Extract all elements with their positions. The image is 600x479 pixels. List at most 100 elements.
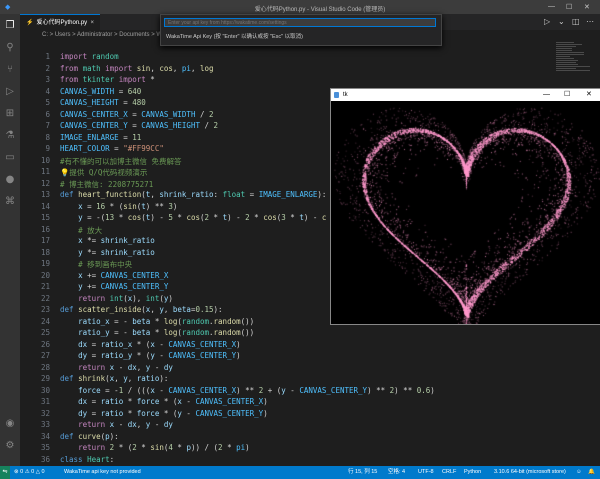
split-editor-icon[interactable]: ◫ [572, 17, 580, 26]
code-line: dy = ratio * force * (y - CANVAS_CENTER_… [78, 408, 268, 418]
close-window-icon[interactable]: ✕ [584, 3, 590, 11]
line-number: 23 [40, 305, 50, 314]
feedback-icon[interactable]: ☺ [576, 466, 582, 479]
line-number: 24 [40, 316, 50, 326]
remote-indicator-icon[interactable]: ⇋ [0, 466, 10, 479]
line-number: 36 [40, 454, 50, 464]
api-key-hint: WakaTime Api Key (按 "Enter" 以确认或按 "Esc" … [166, 34, 303, 40]
wakatime-status[interactable]: WakaTime api key not provided [64, 466, 141, 479]
code-line: # 博主微信: 2208775271 [60, 179, 154, 189]
remote-explorer-icon[interactable]: ▭ [4, 152, 16, 164]
code-line: dx = ratio * force * (x - CANVAS_CENTER_… [78, 397, 268, 406]
code-line: return int(x), int(y) [78, 293, 173, 303]
line-number: 31 [40, 397, 50, 406]
code-line: CANVAS_CENTER_X = CANVAS_WIDTH / 2 [60, 109, 214, 119]
window-title: 爱心代码Python.py - Visual Studio Code (管理员) [254, 7, 386, 13]
python-icon[interactable]: ⌘ [4, 196, 16, 208]
code-line: import random [60, 52, 119, 61]
line-number: 16 [40, 224, 50, 234]
code-line: # 移到画布中央 [78, 260, 133, 269]
code-line: CANVAS_WIDTH = 640 [60, 86, 142, 96]
status-bar: ⇋ ⊗ 0 ⚠ 0 △ 0 WakaTime api key not provi… [0, 466, 600, 479]
code-line: return x - dx, y - dy [78, 362, 173, 372]
maximize-window-icon[interactable]: ☐ [566, 3, 572, 11]
code-line: class Heart: [60, 454, 115, 464]
notifications-bell-icon[interactable]: 🔔 [588, 466, 595, 479]
tab-label: 爱心代码Python.py [36, 20, 88, 26]
chevron-down-icon[interactable]: ⌄ [558, 17, 565, 26]
code-line: CANVAS_CENTER_Y = CANVAS_HEIGHT / 2 [60, 121, 219, 130]
encoding[interactable]: UTF-8 [418, 466, 434, 479]
code-line: dx = ratio_x * (x - CANVAS_CENTER_X) [78, 339, 241, 349]
code-line: def heart_function(t, shrink_ratio: floa… [60, 190, 327, 199]
code-line: from math import sin, cos, pi, log [60, 63, 214, 73]
line-number: 21 [40, 282, 50, 291]
tk-title-bar[interactable]: tk — ☐ ✕ [331, 89, 600, 101]
source-control-icon[interactable]: ⑂ [4, 64, 16, 76]
close-tab-icon[interactable]: × [90, 15, 94, 31]
line-number: 27 [40, 351, 50, 360]
line-number: 6 [45, 109, 50, 119]
line-number: 1 [45, 52, 50, 61]
api-key-input[interactable] [164, 18, 436, 27]
line-number: 22 [40, 293, 50, 303]
line-number: 9 [45, 144, 50, 153]
tk-maximize-icon[interactable]: ☐ [564, 89, 570, 101]
tab-file[interactable]: ⚡ 爱心代码Python.py × [20, 14, 100, 30]
code-line: def shrink(x, y, ratio): [60, 374, 169, 383]
code-line: x *= shrink_ratio [78, 236, 155, 245]
language-mode[interactable]: Python [464, 466, 481, 479]
more-actions-icon[interactable]: ⋯ [586, 17, 594, 26]
heart-canvas [331, 101, 600, 324]
line-number: 5 [45, 98, 50, 107]
line-number: 4 [45, 86, 50, 96]
code-line: def scatter_inside(x, y, beta=0.15): [60, 305, 223, 314]
run-python-icon[interactable]: ▷ [544, 17, 550, 26]
github-icon[interactable]: ● [4, 174, 16, 186]
line-number: 15 [40, 213, 50, 222]
extensions-icon[interactable]: ⊞ [4, 108, 16, 120]
code-line: HEART_COLOR = "#FF99CC" [60, 144, 164, 153]
explorer-icon[interactable]: ❐ [4, 20, 16, 32]
problems-indicator[interactable]: ⊗ 0 ⚠ 0 △ 0 [14, 466, 45, 479]
tk-window-title: tk [343, 92, 348, 98]
vscode-logo-icon: ◆ [5, 4, 11, 11]
account-icon[interactable]: ◉ [4, 418, 16, 430]
code-line: #有不懂的可以加博主微信 免费解答 [60, 156, 182, 166]
cursor-position[interactable]: 行 15, 列 15 [348, 466, 377, 479]
line-number: 3 [45, 75, 50, 84]
line-number: 32 [40, 408, 50, 418]
tk-minimize-icon[interactable]: — [543, 89, 550, 101]
code-line: IMAGE_ENLARGE = 11 [60, 132, 142, 142]
run-debug-icon[interactable]: ▷ [4, 86, 16, 98]
testing-icon[interactable]: ⚗ [4, 130, 16, 142]
python-interpreter[interactable]: 3.10.6 64-bit (microsoft store) [494, 466, 566, 479]
code-line: y *= shrink_ratio [78, 247, 155, 257]
minimize-window-icon[interactable]: — [548, 3, 555, 10]
code-line: ratio_x = - beta * log(random.random()) [78, 316, 255, 326]
line-number: 14 [40, 201, 50, 211]
line-number: 30 [40, 385, 50, 395]
line-number: 12 [40, 178, 50, 188]
tk-close-icon[interactable]: ✕ [586, 89, 592, 101]
indentation[interactable]: 空格: 4 [388, 466, 405, 479]
code-line: x = 16 * (sin(t) ** 3) [78, 201, 178, 211]
line-number: 17 [40, 236, 50, 245]
search-icon[interactable]: ⚲ [4, 42, 16, 54]
code-line: y = -(13 * cos(t) - 5 * cos(2 * t) - 2 *… [78, 213, 327, 222]
settings-gear-icon[interactable]: ⚙ [4, 440, 16, 452]
line-number: 35 [40, 443, 50, 452]
line-number: 10 [40, 155, 50, 165]
line-number: 2 [45, 63, 50, 73]
line-number: 25 [40, 328, 50, 337]
line-number: 8 [45, 132, 50, 142]
code-line: from tkinter import * [60, 75, 155, 84]
tk-window[interactable]: tk — ☐ ✕ [330, 88, 600, 325]
code-line: ratio_y = - beta * log(random.random()) [78, 328, 255, 337]
title-bar: ◆ 爱心代码Python.py - Visual Studio Code (管理… [0, 0, 600, 14]
line-ending[interactable]: CRLF [442, 466, 456, 479]
code-line: x += CANVAS_CENTER_X [78, 270, 169, 280]
code-line: 💡提供 Q/Q代码视频演示 [60, 168, 148, 177]
python-file-icon: ⚡ [26, 20, 34, 26]
activity-bar: ❐ ⚲ ⑂ ▷ ⊞ ⚗ ▭ ● ⌘ ◉ ⚙ [0, 14, 20, 466]
